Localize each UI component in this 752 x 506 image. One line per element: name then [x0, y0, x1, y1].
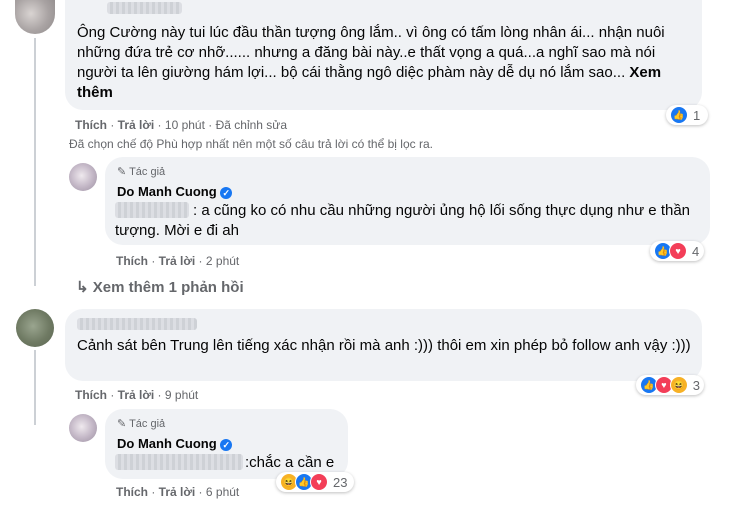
pencil-icon: ✎	[117, 418, 127, 430]
like-reaction-icon: 👍	[670, 106, 688, 124]
comment-bubble: Cảnh sát bên Trung lên tiếng xác nhận rồ…	[65, 309, 702, 381]
commenter-avatar[interactable]	[15, 0, 55, 34]
comment-bubble: Ông Cường này tui lúc đầu thần tượng ông…	[65, 0, 702, 110]
like-button[interactable]: Thích	[75, 118, 107, 132]
reaction-summary[interactable]: 👍 1	[666, 105, 708, 125]
reaction-summary[interactable]: 👍 ♥ 😆 3	[636, 375, 704, 395]
reply-bubble: ✎ Tác giả Do Manh Cuong ✓ : a cũng ko có…	[105, 157, 710, 245]
reaction-count: 4	[692, 243, 700, 259]
verified-badge-icon: ✓	[220, 438, 233, 451]
author-avatar[interactable]	[69, 163, 97, 191]
author-avatar[interactable]	[69, 414, 97, 442]
reply-text: :chắc a cần e	[245, 454, 335, 471]
commenter-name-blurred[interactable]	[77, 318, 197, 330]
reply-text: : a cũng ko có nhu cầu những người ủng h…	[115, 202, 691, 239]
timestamp[interactable]: 10 phút	[165, 118, 205, 132]
like-button[interactable]: Thích	[116, 254, 148, 268]
reaction-count: 3	[692, 377, 700, 393]
verified-badge-icon: ✓	[220, 186, 233, 199]
more-replies-label: Xem thêm 1 phản hồi	[92, 279, 244, 296]
pencil-icon: ✎	[117, 166, 127, 178]
reaction-count: 23	[333, 474, 348, 490]
filter-notice: Đã chọn chế độ Phù hợp nhất nên một số c…	[69, 137, 433, 151]
comment-text: Ông Cường này tui lúc đầu thần tượng ông…	[77, 24, 665, 81]
edited-label: · Đã chỉnh sửa	[208, 118, 288, 132]
thread-line	[34, 38, 36, 286]
timestamp[interactable]: 2 phút	[206, 254, 239, 268]
reaction-summary[interactable]: 👍 ♥ 4	[650, 241, 704, 261]
reply-arrow-icon: ↳	[76, 279, 89, 296]
author-tag: Tác giả	[129, 418, 166, 430]
commenter-name-blurred[interactable]	[107, 2, 182, 14]
love-reaction-icon: ♥	[669, 242, 687, 260]
more-replies-link[interactable]: ↳ Xem thêm 1 phản hồi	[76, 278, 244, 296]
like-button[interactable]: Thích	[75, 388, 107, 402]
reply-button[interactable]: Trả lời	[118, 118, 155, 132]
reaction-count: 1	[693, 107, 701, 123]
mentioned-name-blurred[interactable]	[115, 454, 243, 470]
reply-button[interactable]: Trả lời	[159, 485, 196, 499]
author-tag: Tác giả	[129, 166, 166, 178]
timestamp[interactable]: 9 phút	[165, 388, 198, 402]
reply-button[interactable]: Trả lời	[159, 254, 196, 268]
love-reaction-icon: ♥	[310, 473, 328, 491]
haha-reaction-icon: 😆	[669, 376, 688, 394]
comment-text: Cảnh sát bên Trung lên tiếng xác nhận rồ…	[77, 337, 691, 354]
timestamp[interactable]: 6 phút	[206, 485, 239, 499]
reaction-summary[interactable]: 😆 👍 ♥ 23	[276, 472, 354, 492]
like-button[interactable]: Thích	[116, 485, 148, 499]
commenter-avatar[interactable]	[16, 309, 54, 347]
thread-line	[34, 350, 36, 425]
reply-button[interactable]: Trả lời	[118, 388, 155, 402]
reply-bubble: ✎ Tác giả Do Manh Cuong ✓ :chắc a cần e	[105, 409, 348, 479]
author-name[interactable]: Do Manh Cuong	[117, 436, 217, 451]
author-name[interactable]: Do Manh Cuong	[117, 184, 217, 199]
